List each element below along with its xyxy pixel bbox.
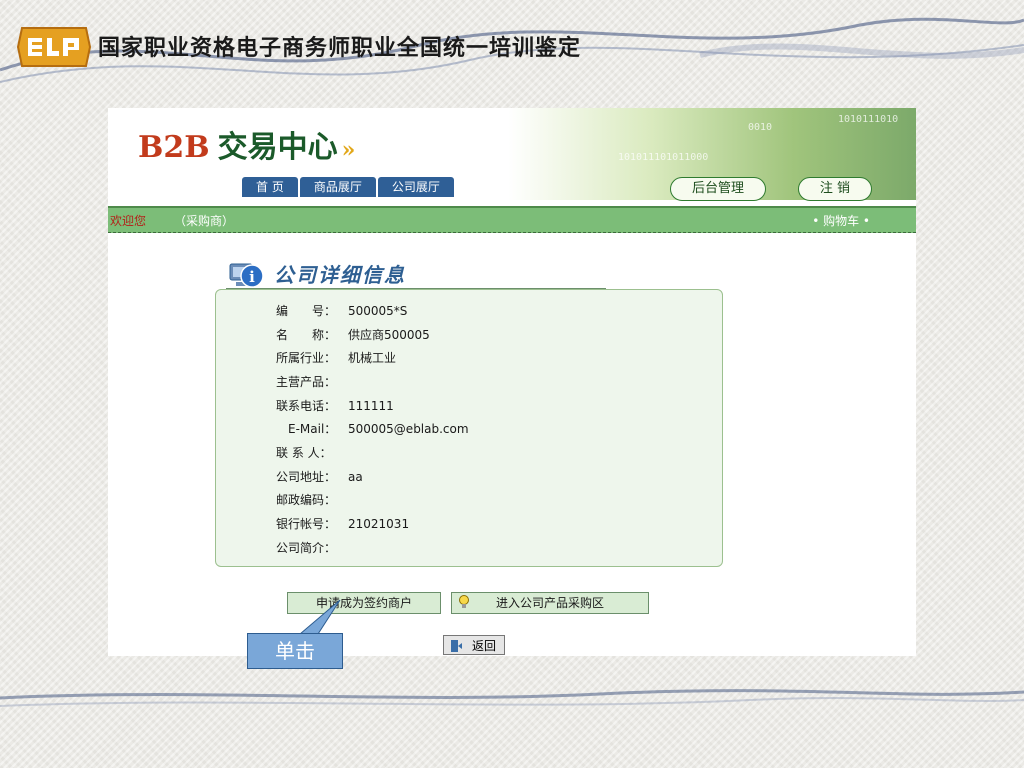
field-value: 21021031: [348, 517, 410, 531]
elp-logo: [16, 27, 92, 67]
field-value: 供应商500005: [348, 328, 430, 342]
field-value: 111111: [348, 399, 394, 413]
lightbulb-icon: [459, 595, 469, 608]
brand-arrow-icon: »: [341, 137, 356, 163]
back-label: 返回: [471, 639, 496, 653]
field-value: 500005@eblab.com: [348, 422, 469, 436]
nav-products[interactable]: 商品展厅: [299, 177, 376, 197]
field-label: 公司简介：: [276, 541, 337, 555]
welcome-text: 欢迎您: [110, 214, 147, 228]
company-info-panel: 编 号： 500005*S 名 称： 供应商500005 所属行业： 机械工业 主营产…: [215, 289, 723, 567]
field-row: 联 系 人：: [276, 444, 348, 461]
door-exit-icon: [451, 640, 462, 652]
field-label: 公司地址：: [276, 470, 337, 484]
field-row: 所属行业： 机械工业: [276, 349, 396, 366]
slide-title: 国家职业资格电子商务师职业全国统一培训鉴定: [98, 36, 582, 61]
field-value: 500005*S: [348, 304, 408, 318]
brand-b2b: B2B: [138, 130, 210, 165]
user-role: （采购商）: [174, 214, 235, 228]
nav-companies[interactable]: 公司展厅: [377, 177, 454, 197]
status-bar: 欢迎您 （采购商） • 购物车 •: [108, 206, 916, 233]
back-button[interactable]: 返回: [443, 635, 505, 655]
main-nav: 首 页 商品展厅 公司展厅: [242, 177, 456, 197]
brand-rest: 交易中心: [217, 130, 338, 165]
field-label: 联系电话：: [276, 399, 337, 413]
nav-home[interactable]: 首 页: [242, 177, 298, 197]
field-label: 主营产品：: [276, 375, 337, 389]
field-label: 名 称：: [276, 328, 337, 342]
field-label: 所属行业：: [276, 351, 337, 365]
field-label: 编 号：: [276, 304, 337, 318]
field-value: 机械工业: [348, 351, 397, 365]
field-row: 编 号： 500005*S: [276, 302, 407, 319]
click-callout: 单击: [247, 633, 343, 669]
admin-button[interactable]: 后台管理: [670, 177, 766, 201]
cart-link[interactable]: • 购物车 •: [812, 212, 870, 229]
callout-pointer: [300, 599, 341, 635]
logout-button[interactable]: 注 销: [798, 177, 872, 201]
field-label: 联 系 人：: [276, 446, 332, 460]
field-row: E-Mail： 500005@eblab.com: [276, 420, 469, 437]
field-label: 邮政编码：: [276, 493, 337, 507]
b2b-app-window: 1010111010 101011101011000 0010 B2B 交易中心»…: [108, 108, 916, 656]
svg-text:i: i: [249, 268, 255, 286]
brand-title: B2B 交易中心»: [138, 122, 355, 166]
decorative-swoosh-bottom: [0, 689, 1024, 707]
enter-procurement-label: 进入公司产品采购区: [495, 596, 604, 610]
field-row: 邮政编码：: [276, 491, 348, 508]
info-computer-icon: i: [229, 263, 264, 288]
field-row: 联系电话： 111111: [276, 397, 394, 414]
section-title: 公司详细信息: [274, 263, 406, 287]
enter-procurement-button[interactable]: 进入公司产品采购区: [451, 592, 649, 614]
field-row: 银行帐号： 21021031: [276, 515, 409, 532]
field-label: E-Mail：: [276, 422, 337, 436]
field-row: 公司地址： aa: [276, 468, 363, 485]
app-header: 1010111010 101011101011000 0010 B2B 交易中心»…: [108, 108, 916, 206]
field-row: 公司简介：: [276, 539, 348, 556]
field-label: 银行帐号：: [276, 517, 337, 531]
field-value: aa: [348, 470, 363, 484]
field-row: 主营产品：: [276, 373, 348, 390]
field-row: 名 称： 供应商500005: [276, 326, 430, 343]
